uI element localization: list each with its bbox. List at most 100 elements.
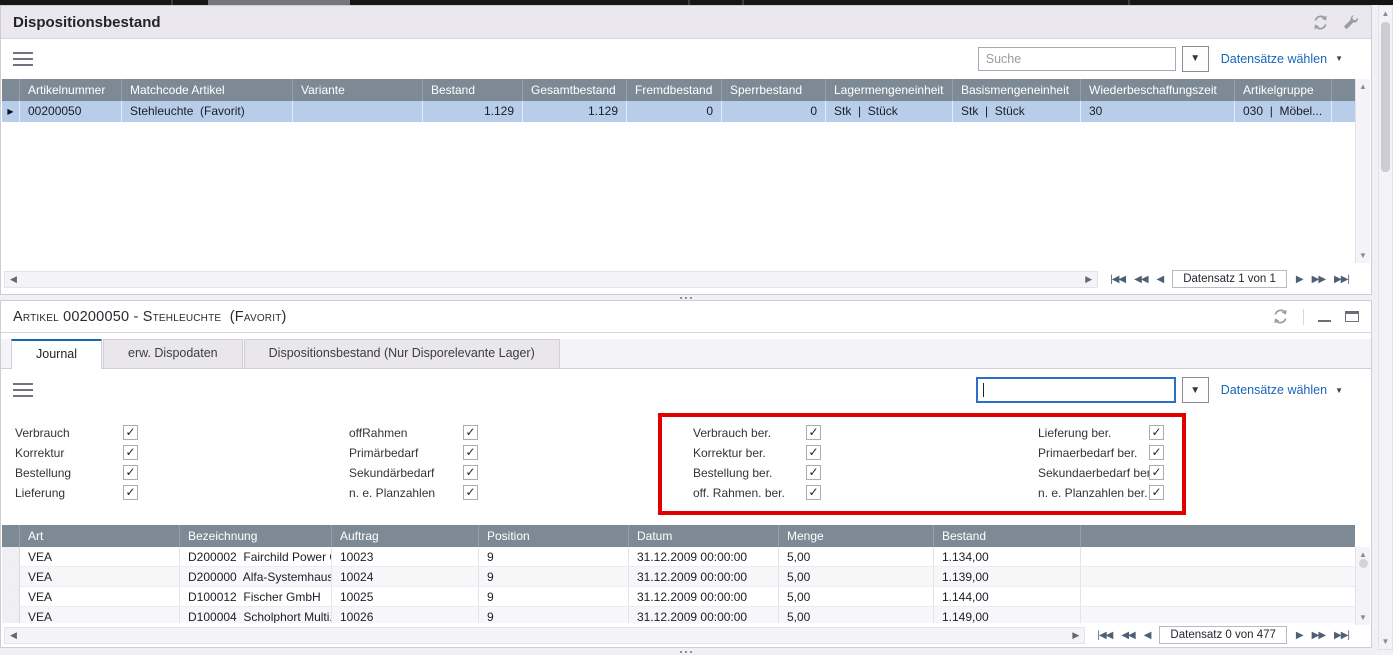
cell-datum: 31.12.2009 00:00:00 [629,547,779,566]
splitter-grip[interactable] [680,297,692,299]
column-header-artikelnummer[interactable]: Artikelnummer [20,79,122,101]
minimize-icon[interactable] [1318,311,1331,322]
cell-menge: 5,00 [779,587,934,606]
checkbox-bestellung-ber[interactable]: ✓ [806,465,821,480]
pager-last-button[interactable]: ▶▶| [1330,630,1353,641]
refresh-icon[interactable] [1272,308,1289,325]
scrollbar-thumb[interactable] [1359,559,1368,568]
pager-first-button[interactable]: |◀◀ [1093,630,1116,641]
checkbox-verbrauch[interactable]: ✓ [123,425,138,440]
cell-basismengeneinheit: Stk | Stück [953,101,1081,122]
checkbox-offrahmen[interactable]: ✓ [463,425,478,440]
horizontal-scrollbar[interactable]: ◀ ▶ [4,627,1085,644]
table-row[interactable]: VEA D200002 Fairchild Power C... 10023 9… [2,547,1355,567]
checkbox-lieferung[interactable]: ✓ [123,485,138,500]
column-header-bestand[interactable]: Bestand [423,79,523,101]
pager-prev-button[interactable]: ◀ [1140,630,1155,641]
scroll-up-icon[interactable]: ▲ [1382,9,1390,18]
checkbox-primaerbedarf-ber[interactable]: ✓ [1149,445,1164,460]
checkbox-bestellung[interactable]: ✓ [123,465,138,480]
checkbox-sekundaerbedarf-ber[interactable]: ✓ [1149,465,1164,480]
pager-prev-button[interactable]: ◀ [1153,274,1168,285]
scroll-down-icon[interactable]: ▼ [1359,613,1367,622]
settings-wrench-icon[interactable] [1343,14,1359,30]
tab-erw-dispodaten[interactable]: erw. Dispodaten [103,339,243,368]
checkbox-sekundaerbedarf[interactable]: ✓ [463,465,478,480]
scroll-down-icon[interactable]: ▼ [1382,637,1390,646]
stock-table-header: Artikelnummer Matchcode Artikel Variante… [2,79,1355,101]
checkbox-verbrauch-ber[interactable]: ✓ [806,425,821,440]
column-header-auftrag[interactable]: Auftrag [332,525,479,547]
scroll-right-icon[interactable]: ▶ [1072,630,1079,641]
column-header-datum[interactable]: Datum [629,525,779,547]
current-row-marker-icon: ▶ [7,101,13,122]
maximize-icon[interactable] [1345,311,1359,322]
splitter-grip[interactable] [680,651,692,653]
vertical-scrollbar[interactable]: ▲ ▼ [1355,79,1370,263]
checkbox-lieferung-ber[interactable]: ✓ [1149,425,1164,440]
column-header-gesamtbestand[interactable]: Gesamtbestand [523,79,627,101]
column-header-position[interactable]: Position [479,525,629,547]
pager-next-button[interactable]: ▶ [1292,274,1307,285]
check-icon: ✓ [1151,486,1161,499]
column-header-fremdbestand[interactable]: Fremdbestand [627,79,722,101]
journal-filter-area: Verbrauch ✓ Korrektur ✓ Bestellung ✓ Lie… [1,411,1355,523]
pager-fast-next-button[interactable]: ▶▶ [1308,274,1329,285]
refresh-icon[interactable] [1312,14,1329,31]
checkbox-ne-planzahlen-ber[interactable]: ✓ [1149,485,1164,500]
pager-fast-next-button[interactable]: ▶▶ [1308,630,1329,641]
scroll-up-icon[interactable]: ▲ [1359,82,1367,91]
checkbox-primaerbedarf[interactable]: ✓ [463,445,478,460]
column-header-variante[interactable]: Variante [293,79,423,101]
tab-journal[interactable]: Journal [11,339,102,369]
table-row[interactable]: ▶ 00200050 Stehleuchte (Favorit) 1.129 1… [2,101,1355,122]
column-header-basismengeneinheit[interactable]: Basismengeneinheit [953,79,1081,101]
checkbox-ne-planzahlen[interactable]: ✓ [463,485,478,500]
column-header-bestand[interactable]: Bestand [934,525,1081,547]
search-dropdown-button[interactable]: ▼ [1182,46,1209,72]
table-row[interactable]: VEA D100012 Fischer GmbH 10025 9 31.12.2… [2,587,1355,607]
horizontal-scrollbar[interactable]: ◀ ▶ [4,271,1098,288]
scroll-left-icon[interactable]: ◀ [10,274,17,285]
check-icon: ✓ [125,446,135,459]
checkbox-korrektur[interactable]: ✓ [123,445,138,460]
detail-bottom-bar: ◀ ▶ |◀◀ ◀◀ ◀ Datensatz 0 von 477 ▶ ▶▶ ▶▶… [2,623,1355,647]
cell-bezeichnung: D100012 Fischer GmbH [180,587,332,606]
column-header-art[interactable]: Art [20,525,180,547]
menu-hamburger-icon[interactable] [13,52,33,66]
table-row[interactable]: VEA D200000 Alfa-Systemhaus... 10024 9 3… [2,567,1355,587]
pager-first-button[interactable]: |◀◀ [1106,274,1129,285]
column-header-sperrbestand[interactable]: Sperrbestand [722,79,826,101]
select-records-link[interactable]: Datensätze wählen [1221,52,1327,66]
link-caret-icon[interactable]: ▼ [1335,54,1343,63]
menu-hamburger-icon[interactable] [13,383,33,397]
page-scrollbar[interactable]: ▲ ▼ [1378,5,1393,650]
vertical-scrollbar[interactable]: ▲ ▼ [1355,547,1370,625]
scroll-right-icon[interactable]: ▶ [1085,274,1092,285]
checkbox-korrektur-ber[interactable]: ✓ [806,445,821,460]
pager-next-button[interactable]: ▶ [1292,630,1307,641]
scrollbar-thumb[interactable] [1381,22,1390,172]
pager-last-button[interactable]: ▶▶| [1330,274,1353,285]
pager-fast-prev-button[interactable]: ◀◀ [1117,630,1138,641]
cell-bestand: 1.139,00 [934,567,1081,586]
pager-fast-prev-button[interactable]: ◀◀ [1130,274,1151,285]
column-header-wiederbeschaffungszeit[interactable]: Wiederbeschaffungszeit [1081,79,1235,101]
search-input[interactable] [978,47,1176,71]
filter-input[interactable] [976,377,1176,403]
cell-fremdbestand: 0 [627,101,722,122]
scroll-left-icon[interactable]: ◀ [10,630,17,641]
column-header-menge[interactable]: Menge [779,525,934,547]
column-header-bezeichnung[interactable]: Bezeichnung [180,525,332,547]
link-caret-icon[interactable]: ▼ [1335,386,1343,395]
scroll-down-icon[interactable]: ▼ [1359,251,1367,260]
tab-dispositionsbestand-lager[interactable]: Dispositionsbestand (Nur Disporelevante … [244,339,560,368]
panel-splitter[interactable] [0,648,1372,655]
column-header-matchcode[interactable]: Matchcode Artikel [122,79,293,101]
column-header-lagermengeneinheit[interactable]: Lagermengeneinheit [826,79,953,101]
select-records-link[interactable]: Datensätze wählen [1221,383,1327,397]
search-dropdown-button[interactable]: ▼ [1182,377,1209,403]
column-header-artikelgruppe[interactable]: Artikelgruppe [1235,79,1332,101]
checkbox-off-rahmen-ber[interactable]: ✓ [806,485,821,500]
scroll-up-icon[interactable]: ▲ [1359,550,1367,559]
